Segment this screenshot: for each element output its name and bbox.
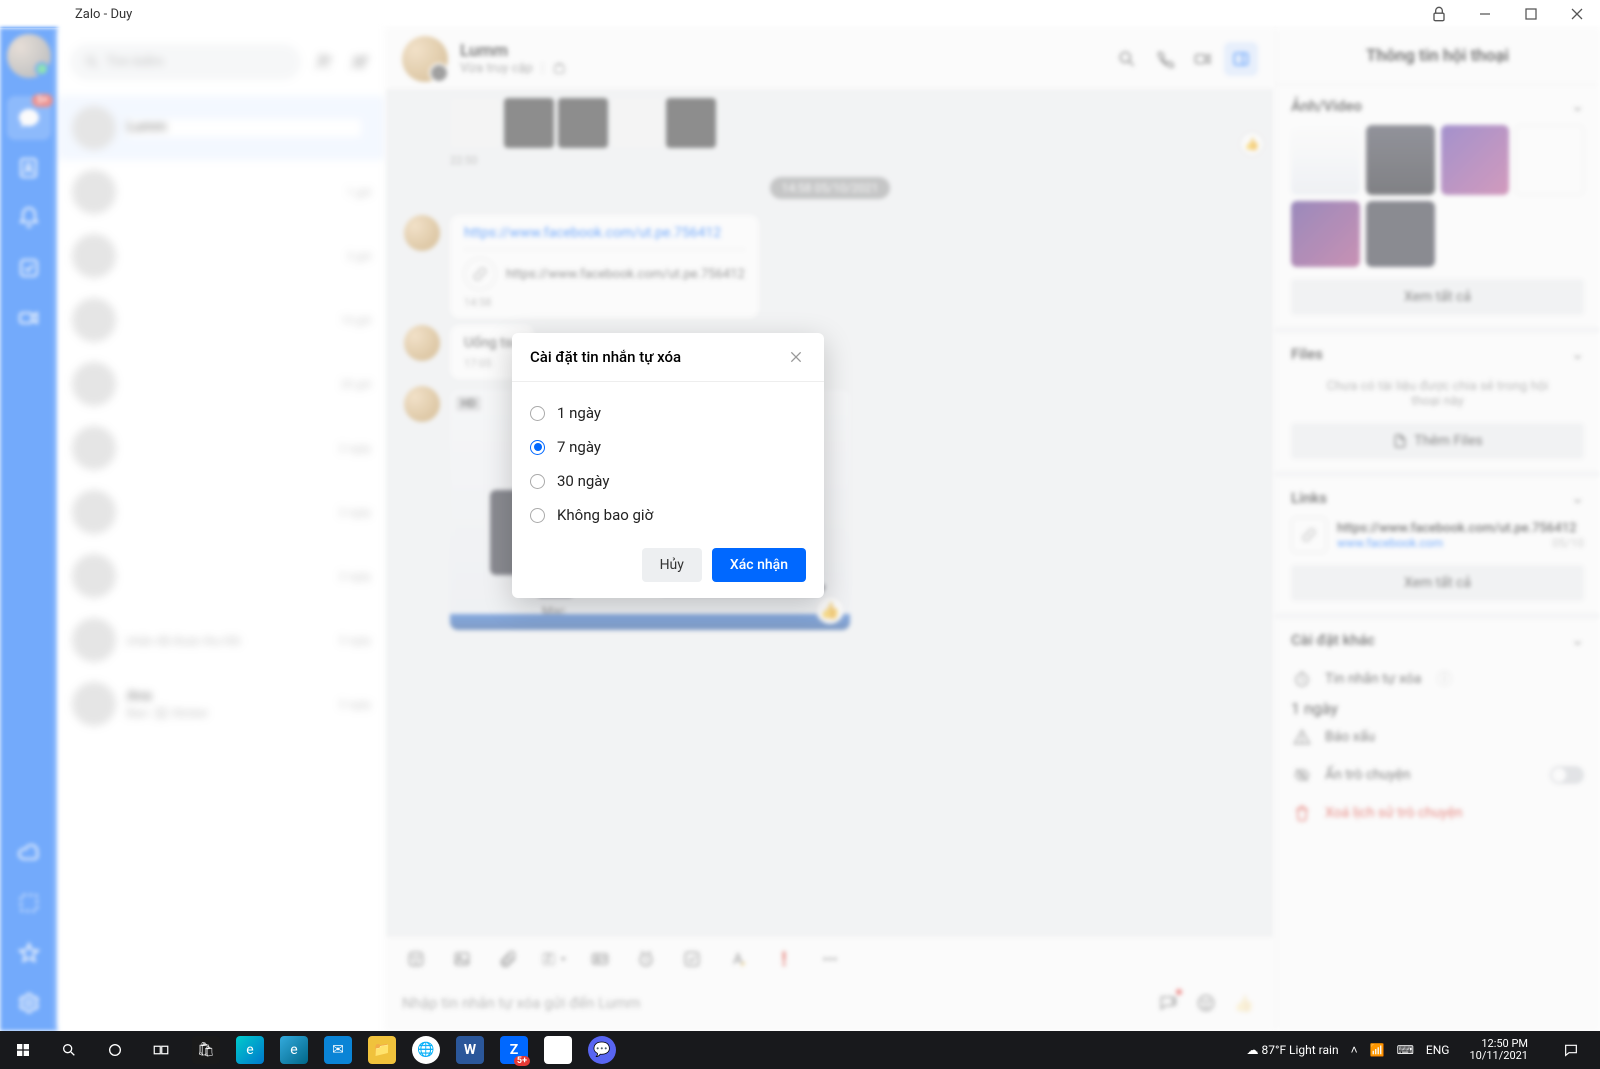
modal-option[interactable]: Không bao giờ [530, 498, 806, 532]
modal-option-label: 1 ngày [557, 404, 601, 422]
taskbar-app-edge2[interactable]: e [280, 1036, 308, 1064]
search-button[interactable] [46, 1031, 92, 1069]
radio-icon [530, 440, 545, 455]
window-title: Zalo - Duy [75, 7, 132, 22]
modal-option-label: 30 ngày [557, 472, 609, 490]
modal-close-button[interactable] [786, 347, 806, 367]
modal-option[interactable]: 30 ngày [530, 464, 806, 498]
tray-chevron[interactable]: ˄ [1351, 1043, 1358, 1057]
tray-network-icon[interactable]: 📶 [1370, 1043, 1385, 1057]
start-button[interactable] [0, 1031, 46, 1069]
taskbar-app-chrome[interactable]: 🌐 [412, 1036, 440, 1064]
close-button[interactable] [1554, 0, 1600, 28]
tray-clock[interactable]: 12:50 PM 10/11/2021 [1461, 1038, 1536, 1062]
tray-language[interactable]: ENG [1426, 1043, 1450, 1057]
taskbar-app-mail[interactable]: ✉ [324, 1036, 352, 1064]
modal-option-label: Không bao giờ [557, 506, 653, 524]
taskbar-app-zalo[interactable]: Z5+ [500, 1036, 528, 1064]
taskbar-app-snip[interactable]: ✂ [544, 1036, 572, 1064]
lock-icon[interactable] [1416, 0, 1462, 28]
modal-cancel-button[interactable]: Hủy [642, 548, 702, 582]
windows-taskbar: 🛍 e e ✉ 📁 🌐 W Z5+ ✂ 💬 ☁ 87°F Light rain … [0, 1031, 1600, 1069]
self-destruct-modal: Cài đặt tin nhắn tự xóa 1 ngày 7 ngày 30… [512, 333, 824, 598]
modal-confirm-button[interactable]: Xác nhận [712, 548, 806, 582]
tray-keyboard-icon[interactable]: ⌨ [1397, 1043, 1414, 1057]
taskbar-app-store[interactable]: 🛍 [192, 1036, 220, 1064]
maximize-button[interactable] [1508, 0, 1554, 28]
taskbar-app-explorer[interactable]: 📁 [368, 1036, 396, 1064]
radio-icon [530, 508, 545, 523]
modal-title: Cài đặt tin nhắn tự xóa [530, 348, 681, 366]
task-view-button[interactable] [138, 1031, 184, 1069]
radio-icon [530, 474, 545, 489]
weather-widget[interactable]: ☁ 87°F Light rain [1246, 1043, 1338, 1057]
modal-option[interactable]: 1 ngày [530, 396, 806, 430]
tray-notifications-icon[interactable] [1548, 1031, 1594, 1069]
taskbar-app-discord[interactable]: 💬 [588, 1036, 616, 1064]
modal-option[interactable]: 7 ngày [530, 430, 806, 464]
cortana-button[interactable] [92, 1031, 138, 1069]
taskbar-app-word[interactable]: W [456, 1036, 484, 1064]
app-root: 5+ Tìm kiếm Lumm 1 giờ 3 giờ [0, 28, 1600, 1031]
minimize-button[interactable] [1462, 0, 1508, 28]
modal-option-label: 7 ngày [557, 438, 601, 456]
radio-icon [530, 406, 545, 421]
taskbar-app-edge[interactable]: e [236, 1036, 264, 1064]
window-titlebar: Zalo - Duy [0, 0, 1600, 28]
